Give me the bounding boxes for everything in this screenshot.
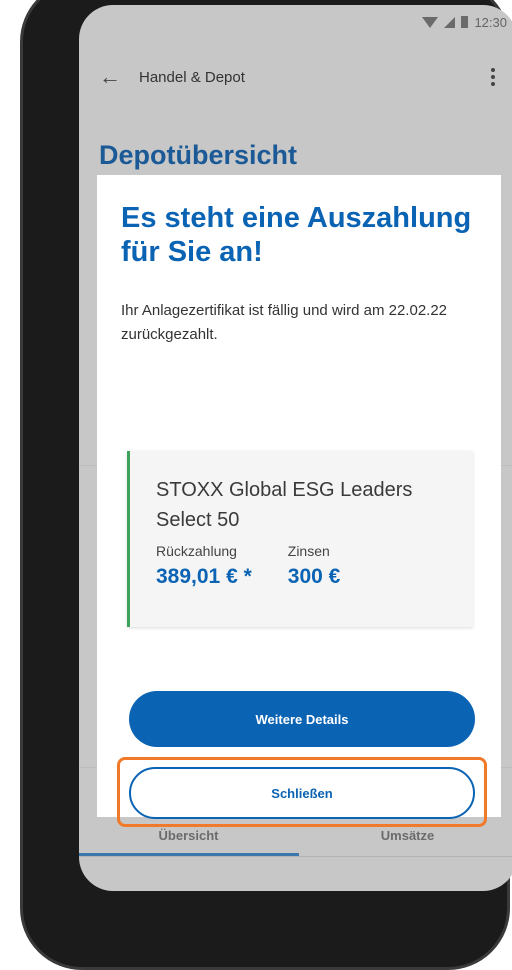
dialog-title: Es steht eine Auszahlung für Sie an! <box>121 202 472 269</box>
app-bar-title: Handel & Depot <box>139 68 245 86</box>
divider <box>79 856 512 857</box>
back-arrow-icon[interactable]: ← <box>99 64 129 90</box>
repayment-value: 389,01 € * <box>156 565 252 588</box>
interest-column: Zinsen 300 € <box>288 543 341 589</box>
overflow-menu-icon[interactable] <box>491 68 495 86</box>
interest-value: 300 € <box>287 565 341 588</box>
page-title: Depotübersicht <box>99 140 298 170</box>
payout-dialog: Es steht eine Auszahlung für Sie an! Ihr… <box>97 175 501 827</box>
phone-frame: 12:30 ← Handel & Depot Depotübersicht Üb… <box>20 0 512 970</box>
repayment-column: Rückzahlung 389,01 € * <box>156 543 252 589</box>
status-bar: 12:30 <box>422 11 507 33</box>
screen: 12:30 ← Handel & Depot Depotübersicht Üb… <box>79 5 512 891</box>
card-values: Rückzahlung 389,01 € * Zinsen 300 € <box>156 543 473 589</box>
close-button[interactable]: Schließen <box>129 767 475 819</box>
product-name: STOXX Global ESG Leaders Select 50 <box>156 479 413 531</box>
status-time: 12:30 <box>474 14 507 30</box>
battery-icon <box>461 16 469 28</box>
product-card: STOXX Global ESG Leaders Select 50 Rückz… <box>127 451 473 627</box>
dialog-message: Ihr Anlagezertifikat ist fällig und wird… <box>121 302 448 344</box>
signal-icon <box>444 16 456 28</box>
more-details-button[interactable]: Weitere Details <box>129 691 475 747</box>
repayment-label: Rückzahlung <box>156 543 237 559</box>
app-bar: ← Handel & Depot <box>79 55 512 99</box>
interest-label: Zinsen <box>287 543 330 559</box>
wifi-icon <box>422 16 439 28</box>
